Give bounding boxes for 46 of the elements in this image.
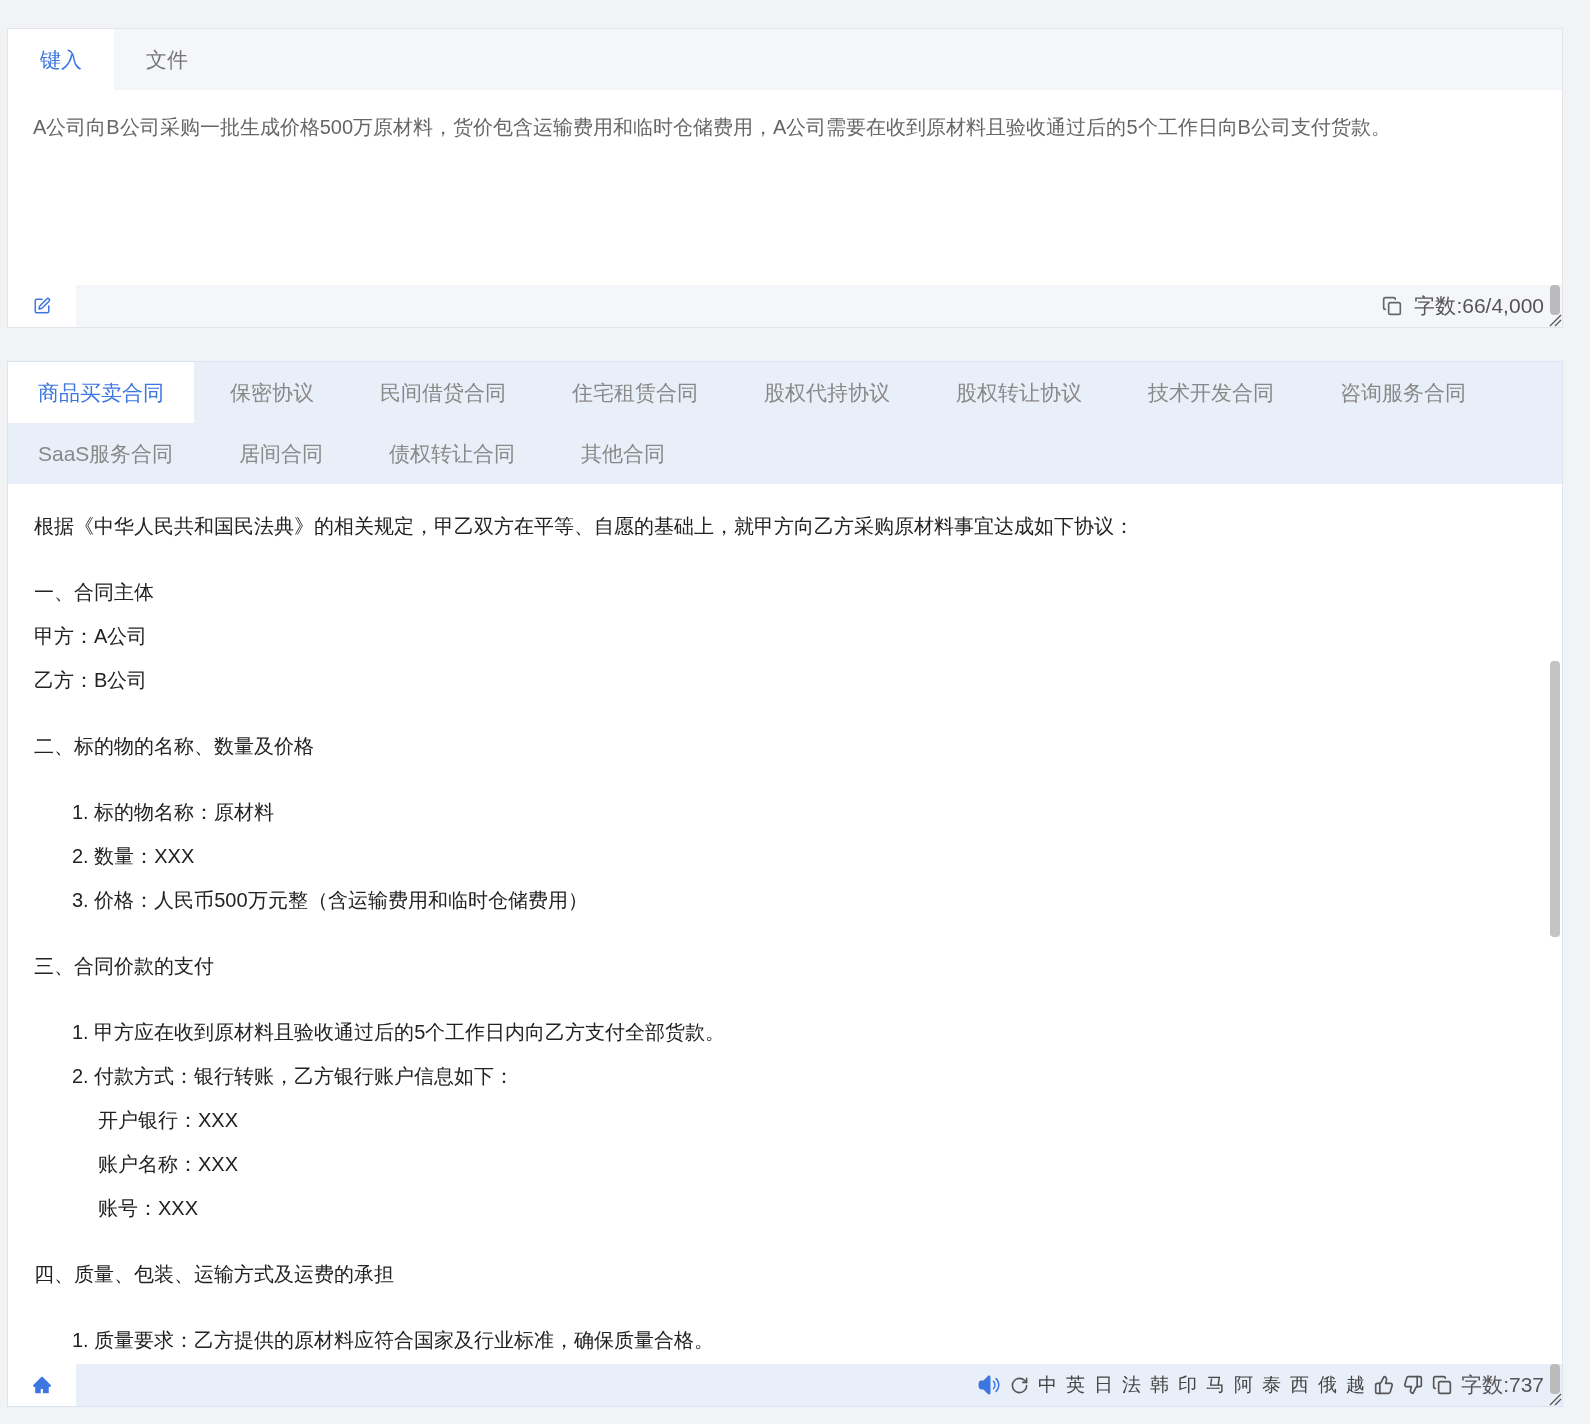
contract-text-line: 1. 质量要求：乙方提供的原材料应符合国家及行业标准，确保质量合格。 <box>71 1328 716 1353</box>
scrollbar-thumb[interactable] <box>1550 661 1560 937</box>
language-button[interactable]: 越 <box>1346 1370 1366 1400</box>
scrollbar-thumb[interactable] <box>1550 285 1560 315</box>
refresh-icon[interactable] <box>1010 1375 1030 1395</box>
language-button[interactable]: 日 <box>1094 1370 1114 1400</box>
language-button[interactable]: 俄 <box>1318 1370 1338 1400</box>
contract-text-line: 2. 数量：XXX <box>71 844 196 869</box>
language-button[interactable]: 中 <box>1038 1370 1058 1400</box>
thumbs-down-icon[interactable] <box>1403 1375 1424 1395</box>
edit-icon[interactable] <box>33 297 51 315</box>
language-button[interactable]: 韩 <box>1150 1370 1170 1400</box>
contract-text-line: 账号：XXX <box>97 1196 200 1221</box>
thumbs-up-icon[interactable] <box>1374 1375 1395 1395</box>
language-button[interactable]: 马 <box>1206 1370 1226 1400</box>
contract-text-line: 一、合同主体 <box>34 580 155 605</box>
language-button[interactable]: 西 <box>1290 1370 1310 1400</box>
contract-text-line: 乙方：B公司 <box>34 668 149 693</box>
resize-grip-icon[interactable] <box>1548 313 1562 327</box>
contract-text-line: 三、合同价款的支付 <box>34 954 215 979</box>
contract-text-line: 账户名称：XXX <box>97 1152 240 1177</box>
contract-text-line: 1. 标的物名称：原材料 <box>71 800 276 825</box>
copy-icon[interactable] <box>1432 1375 1453 1395</box>
contract-text-line: 1. 甲方应在收到原材料且验收通过后的5个工作日内向乙方支付全部货款。 <box>71 1020 727 1045</box>
contract-text-line: 根据《中华人民共和国民法典》的相关规定，甲乙双方在平等、自愿的基础上，就甲方向乙方采购原材料事宜达成如下协议： <box>34 514 1135 539</box>
char-count: 字数:737 <box>1461 1372 1544 1399</box>
language-button[interactable]: 法 <box>1122 1370 1142 1400</box>
language-button[interactable]: 阿 <box>1234 1370 1254 1400</box>
contract-text-line: 四、质量、包装、运输方式及运费的承担 <box>34 1262 395 1287</box>
language-button[interactable]: 英 <box>1066 1370 1086 1400</box>
language-button[interactable]: 印 <box>1178 1370 1198 1400</box>
speaker-icon[interactable] <box>977 1373 1002 1397</box>
scrollbar-thumb[interactable] <box>1550 1364 1560 1394</box>
contract-text-line: 甲方：A公司 <box>34 624 149 649</box>
resize-grip-icon[interactable] <box>1548 1392 1562 1406</box>
input-text[interactable]: A公司向B公司采购一批生成价格500万原材料，货价包含运输费用和临时仓储费用，A公司需要在收到原材料且验收通过后的5个工作日向B公司支付货款。 <box>33 110 1537 144</box>
contract-tab[interactable]: 商品买卖合同 <box>8 362 194 423</box>
contract-text-line: 开户银行：XXX <box>97 1108 240 1133</box>
language-button[interactable]: 泰 <box>1262 1370 1282 1400</box>
copy-icon[interactable] <box>1382 296 1403 316</box>
input-tab[interactable]: 键入 <box>8 29 114 90</box>
contract-text-line: 3. 价格：人民币500万元整（含运输费用和临时仓储费用） <box>71 888 589 913</box>
char-count: 字数:66/4,000 <box>1414 293 1544 320</box>
contract-text-line: 二、标的物的名称、数量及价格 <box>34 734 315 759</box>
contract-text-line: 2. 付款方式：银行转账，乙方银行账户信息如下： <box>71 1064 516 1089</box>
home-icon[interactable] <box>32 1375 52 1395</box>
